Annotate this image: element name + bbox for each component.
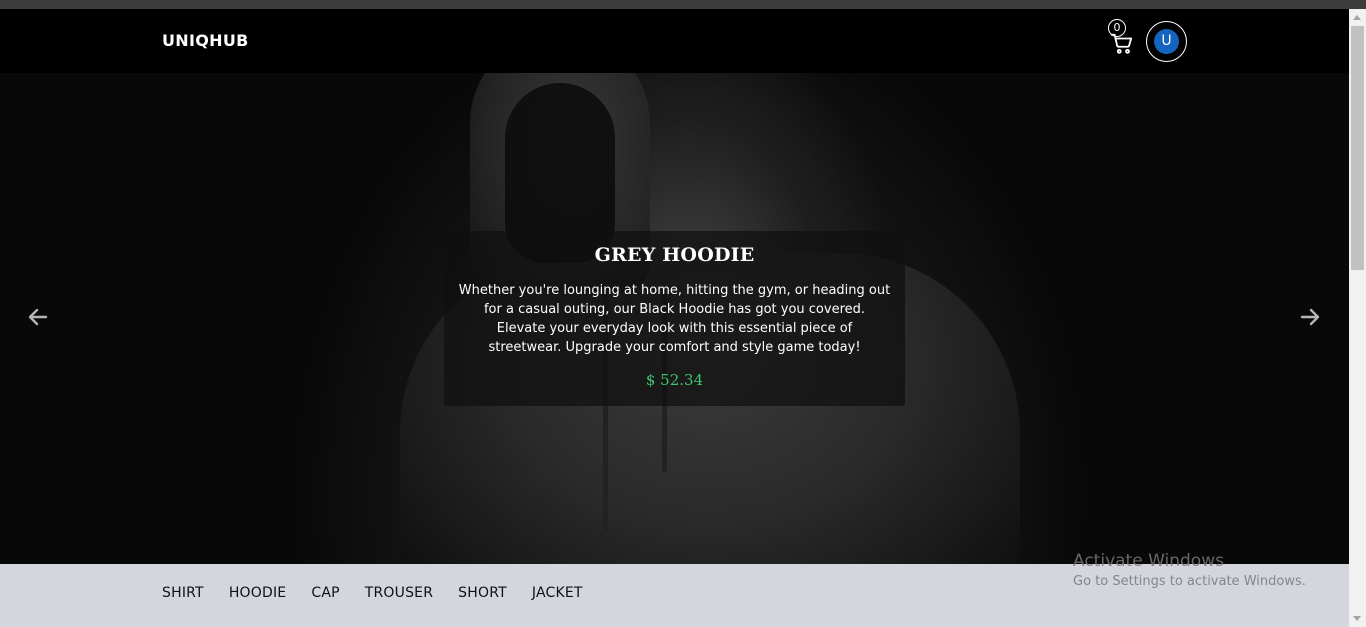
cart-icon xyxy=(1111,33,1133,54)
carousel-next-button[interactable] xyxy=(1298,305,1322,329)
category-trouser[interactable]: TROUSER xyxy=(365,585,433,601)
brand-logo[interactable]: UNIQHUB xyxy=(162,31,249,50)
category-short[interactable]: SHORT xyxy=(458,585,507,601)
category-list: SHIRT HOODIE CAP TROUSER SHORT JACKET xyxy=(162,585,608,601)
navbar: UNIQHUB 0 U xyxy=(0,9,1349,73)
category-jacket[interactable]: JACKET xyxy=(532,585,583,601)
product-title: GREY HOODIE xyxy=(594,244,755,266)
browser-top-strip xyxy=(0,0,1366,9)
scrollbar-thumb[interactable] xyxy=(1351,26,1364,270)
hero-carousel: GREY HOODIE Whether you're lounging at h… xyxy=(0,73,1349,564)
category-shirt[interactable]: SHIRT xyxy=(162,585,204,601)
page-scrollbar[interactable] xyxy=(1349,9,1366,627)
user-avatar-button[interactable]: U xyxy=(1146,21,1187,62)
avatar: U xyxy=(1154,29,1179,54)
carousel-prev-button[interactable] xyxy=(26,305,50,329)
arrow-left-icon xyxy=(28,308,48,326)
category-cap[interactable]: CAP xyxy=(311,585,339,601)
product-caption: GREY HOODIE Whether you're lounging at h… xyxy=(444,231,905,406)
category-bar: SHIRT HOODIE CAP TROUSER SHORT JACKET xyxy=(0,564,1349,627)
arrow-right-icon xyxy=(1300,308,1320,326)
category-hoodie[interactable]: HOODIE xyxy=(229,585,287,601)
scroll-up-arrow-icon[interactable] xyxy=(1353,15,1361,20)
product-description: Whether you're lounging at home, hitting… xyxy=(458,283,891,355)
scroll-down-arrow-icon[interactable] xyxy=(1353,616,1361,621)
product-price: $ 52.34 xyxy=(645,371,704,389)
cart-button[interactable]: 0 xyxy=(1108,19,1136,55)
